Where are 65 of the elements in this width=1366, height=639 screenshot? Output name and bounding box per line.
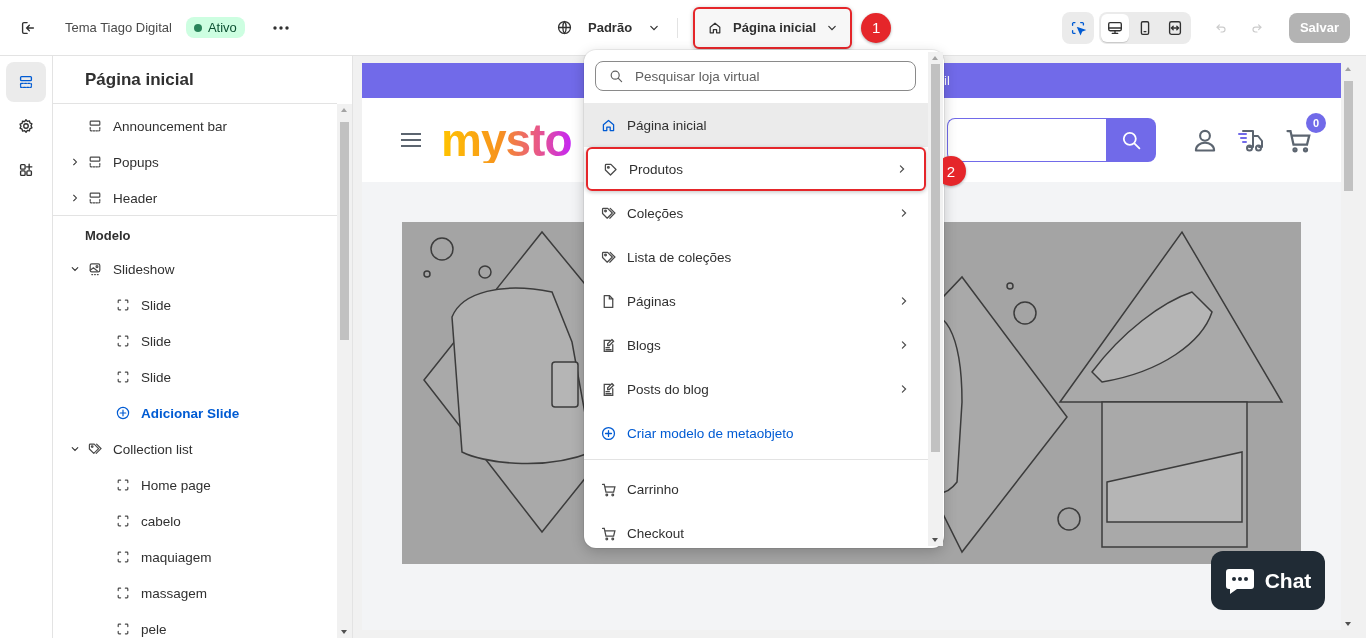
scrollbar[interactable] xyxy=(337,104,352,638)
menu-item[interactable]: Blogs xyxy=(584,323,928,367)
menu-item[interactable]: Página inicial xyxy=(584,103,928,147)
menu-icon[interactable] xyxy=(401,132,421,148)
sections-icon xyxy=(17,73,35,91)
apps-plus-icon xyxy=(17,161,35,179)
block-icon xyxy=(115,621,131,637)
image-icon xyxy=(87,261,103,277)
chat-bubble-icon xyxy=(1224,566,1255,595)
search-field[interactable]: Pesquisar loja virtual xyxy=(595,61,916,91)
menu-item[interactable]: Carrinho xyxy=(584,467,928,511)
settings-icon xyxy=(17,117,35,135)
status-badge: Ativo xyxy=(185,17,245,38)
add-circle-icon xyxy=(115,405,131,421)
menu-item[interactable]: Checkout xyxy=(584,511,928,547)
tree-item[interactable]: Slide xyxy=(53,359,337,395)
tree-item[interactable]: Slide xyxy=(53,323,337,359)
block-icon xyxy=(115,333,131,349)
status-dot xyxy=(193,23,202,32)
tree-item[interactable]: Announcement bar xyxy=(53,108,337,144)
inspector-button[interactable] xyxy=(1061,11,1094,44)
tree-item[interactable]: Header xyxy=(53,180,337,216)
tree-item[interactable]: maquiagem xyxy=(53,539,337,575)
tree-item[interactable]: pele xyxy=(53,611,337,638)
theme-name: Tema Tiago Digital xyxy=(65,20,172,35)
tree-item[interactable]: Home page xyxy=(53,467,337,503)
tree-item[interactable]: Slide xyxy=(53,287,337,323)
menu-item[interactable]: Posts do blog xyxy=(584,367,928,411)
search-button[interactable] xyxy=(1106,118,1156,162)
sections-rail-button[interactable] xyxy=(6,62,46,102)
layout-icon xyxy=(87,154,103,170)
sidebar-title: Página inicial xyxy=(85,69,194,90)
block-icon xyxy=(115,513,131,529)
cart-count-badge: 0 xyxy=(1306,113,1326,133)
tree-item[interactable]: Popups xyxy=(53,144,337,180)
block-icon xyxy=(115,477,131,493)
search-icon xyxy=(608,68,624,84)
callout-badge: 1 xyxy=(861,12,892,43)
layout-icon xyxy=(87,190,103,206)
scrollbar[interactable] xyxy=(928,52,943,546)
tree-item[interactable]: Slideshow xyxy=(53,251,337,287)
menu-item[interactable]: Criar modelo de metaobjeto xyxy=(584,411,928,455)
menu-item[interactable]: Coleções xyxy=(584,191,928,235)
add-block-link[interactable]: Adicionar Slide xyxy=(53,395,337,431)
tree-item[interactable]: cabelo xyxy=(53,503,337,539)
tags-icon xyxy=(87,441,103,457)
store-search-field[interactable] xyxy=(947,118,1106,162)
globe-icon xyxy=(556,19,573,36)
tree-item[interactable]: massagem xyxy=(53,575,337,611)
announcement-text: il xyxy=(944,73,950,88)
desktop-view-button[interactable] xyxy=(1100,13,1129,42)
block-icon xyxy=(115,297,131,313)
section-heading: Modelo xyxy=(85,227,131,243)
add-circle-icon xyxy=(600,424,617,442)
chat-button[interactable]: Chat xyxy=(1211,551,1325,610)
block-icon xyxy=(115,369,131,385)
more-icon xyxy=(272,25,289,30)
tree-item[interactable]: Collection list xyxy=(53,431,337,467)
menu-item[interactable]: Lista de coleções xyxy=(584,235,928,279)
block-icon xyxy=(115,585,131,601)
page-selector[interactable]: Página inicial xyxy=(693,6,853,49)
block-icon xyxy=(115,549,131,565)
menu-item[interactable]: Páginas xyxy=(584,279,928,323)
locale-dropdown[interactable]: Padrão xyxy=(556,19,663,36)
layout-icon xyxy=(87,118,103,134)
